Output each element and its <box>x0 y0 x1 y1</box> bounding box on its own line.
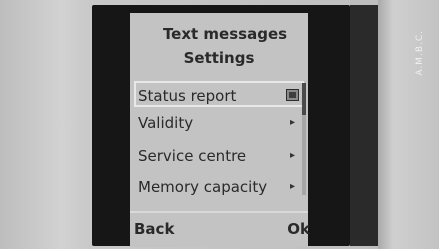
menu-scrollbar[interactable] <box>302 83 306 195</box>
display-screen: Text messages Settings Status report Val… <box>130 13 310 247</box>
softkey-divider <box>130 211 308 213</box>
side-print: A.M.B.C. <box>415 30 425 76</box>
chevron-right-icon: ▸ <box>289 117 295 128</box>
chevron-right-icon: ▸ <box>289 181 295 192</box>
bezel-right-edge <box>350 5 378 246</box>
menu-item-service-centre[interactable]: Service centre ▸ <box>135 143 303 169</box>
menu-item-label: Validity <box>138 114 194 132</box>
screen-title-line2: Settings <box>183 49 255 67</box>
menu-item-label: Memory capacity <box>138 178 268 196</box>
menu-item-status-report[interactable]: Status report <box>134 81 304 107</box>
menu-item-memory-capacity[interactable]: Memory capacity ▸ <box>135 174 303 200</box>
menu-item-validity[interactable]: Validity ▸ <box>135 110 303 136</box>
scrollbar-thumb[interactable] <box>302 83 306 115</box>
back-softkey[interactable]: Back <box>134 220 174 238</box>
screen-title-line1: Text messages <box>162 25 288 43</box>
chevron-right-icon: ▸ <box>289 150 295 161</box>
housing-right-strip <box>378 0 439 249</box>
menu-item-label: Status report <box>138 87 237 105</box>
ok-softkey[interactable]: Ok <box>287 220 310 238</box>
checkbox-checked-icon[interactable] <box>286 89 299 101</box>
menu-item-label: Service centre <box>138 147 247 165</box>
